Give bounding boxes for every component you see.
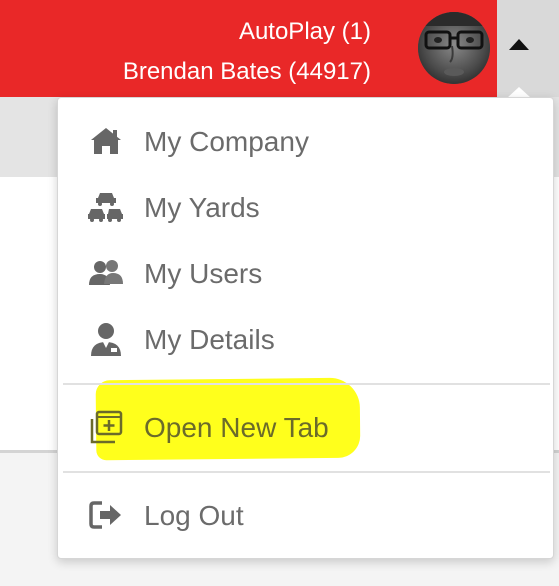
menu-divider	[63, 383, 550, 385]
menu-item-my-users[interactable]: My Users	[58, 242, 553, 306]
menu-item-label: My Yards	[144, 192, 260, 223]
caret-up-icon	[509, 39, 529, 50]
menu-item-log-out[interactable]: Log Out	[58, 484, 553, 548]
company-label: AutoPlay (1)	[238, 18, 371, 45]
menu-item-label: My Details	[144, 324, 275, 355]
cars-icon	[88, 189, 124, 225]
user-dropdown-menu: My Company My Yards My Users My Details …	[57, 97, 554, 559]
menu-item-my-yards[interactable]: My Yards	[58, 176, 553, 240]
menu-item-my-company[interactable]: My Company	[58, 110, 553, 174]
avatar-photo	[418, 12, 490, 84]
user-info[interactable]: AutoPlay (1) Brendan Bates (44917)	[123, 12, 371, 92]
logout-icon	[88, 497, 124, 533]
top-header: AutoPlay (1) Brendan Bates (44917)	[0, 0, 497, 97]
new-tab-icon	[88, 409, 124, 445]
users-icon	[88, 255, 124, 291]
menu-item-label: My Users	[144, 258, 263, 289]
menu-item-label: My Company	[144, 126, 309, 157]
menu-divider	[63, 471, 550, 473]
user-details-icon	[88, 321, 124, 357]
avatar[interactable]	[418, 12, 490, 84]
home-icon	[88, 123, 124, 159]
menu-item-label: Open New Tab	[144, 412, 329, 443]
menu-item-label: Log Out	[144, 500, 244, 531]
menu-item-open-new-tab[interactable]: Open New Tab	[58, 396, 553, 460]
menu-item-my-details[interactable]: My Details	[58, 308, 553, 372]
user-name-label: Brendan Bates (44917)	[122, 58, 371, 85]
